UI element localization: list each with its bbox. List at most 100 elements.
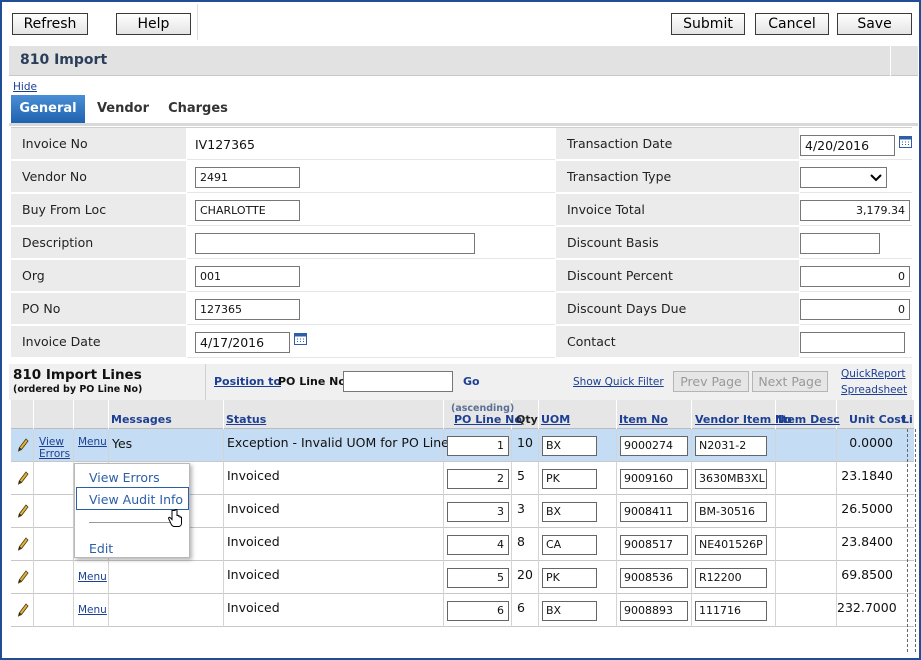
col-item-no[interactable]: Item No — [619, 413, 668, 426]
tab-underline — [9, 123, 918, 126]
row-menu-link[interactable]: Menu — [78, 436, 107, 448]
row-menu-link[interactable]: Menu — [78, 571, 107, 583]
save-button[interactable]: Save — [837, 13, 912, 35]
go-button[interactable]: Go — [463, 375, 480, 388]
next-page-button[interactable]: Next Page — [752, 371, 828, 392]
col-item-desc[interactable]: Item Desc — [778, 413, 840, 426]
unit-cost-cell: 0.0000 — [849, 435, 893, 450]
spreadsheet-link[interactable]: Spreadsheet — [841, 384, 907, 396]
discount-percent-input[interactable]: 0 — [800, 266, 910, 287]
help-button[interactable]: Help — [116, 13, 191, 35]
po-no-input[interactable]: 127365 — [195, 299, 300, 320]
tab-general[interactable]: General — [11, 95, 85, 123]
item-no-input[interactable]: 9008517 — [620, 535, 688, 555]
prev-page-button[interactable]: Prev Page — [673, 371, 749, 392]
col-messages[interactable]: Messages — [111, 413, 172, 426]
calendar-icon[interactable] — [899, 136, 913, 149]
org-input[interactable]: 001 — [195, 266, 300, 287]
vendor-item-input[interactable]: 3630MB3XL — [695, 469, 767, 489]
pencil-icon[interactable] — [17, 603, 29, 617]
unit-cost-cell: 69.8500 — [841, 567, 893, 582]
col-qty[interactable]: Qty — [516, 413, 538, 426]
discount-percent-label: Discount Percent — [556, 260, 799, 292]
toolbar-divider — [197, 4, 198, 40]
vendor-item-input[interactable]: R12200 — [695, 568, 767, 588]
vendor-no-label: Vendor No — [11, 161, 186, 193]
status-cell: Invoiced — [227, 600, 280, 615]
discount-days-due-input[interactable]: 0 — [800, 299, 910, 320]
vendor-item-input[interactable]: NE401526P — [695, 535, 767, 555]
pencil-icon[interactable] — [17, 438, 29, 452]
page-header: 810 Import — [9, 46, 918, 76]
pencil-icon[interactable] — [17, 471, 29, 485]
transaction-type-label: Transaction Type — [556, 161, 799, 193]
cancel-button[interactable]: Cancel — [755, 13, 829, 35]
calendar-icon[interactable] — [294, 333, 308, 346]
vendor-no-input[interactable]: 2491 — [195, 167, 300, 188]
contact-input[interactable] — [800, 332, 905, 353]
uom-input[interactable]: BX — [542, 502, 597, 522]
quick-report-link[interactable]: QuickReport — [841, 368, 906, 380]
view-errors-link[interactable]: View — [39, 436, 64, 448]
col-po-line-no[interactable]: PO Line No — [454, 413, 522, 426]
status-cell: Invoiced — [227, 567, 280, 582]
po-line-input[interactable]: 2 — [447, 469, 509, 489]
show-quick-filter-link[interactable]: Show Quick Filter — [573, 376, 664, 388]
menu-view-audit-info[interactable]: View Audit Info — [89, 492, 183, 507]
hide-link[interactable]: Hide — [13, 81, 37, 93]
hand-cursor-icon — [168, 509, 182, 527]
form-row: Buy From Loc CHARLOTTE Invoice Total 3,1… — [11, 194, 912, 227]
tab-vendor[interactable]: Vendor — [87, 95, 159, 123]
po-line-input[interactable]: 6 — [447, 601, 509, 621]
col-unit-cost[interactable]: Unit Cost — [849, 413, 906, 426]
uom-input[interactable]: PK — [542, 469, 597, 489]
menu-view-errors[interactable]: View Errors — [89, 470, 160, 485]
row-menu-link[interactable]: Menu — [78, 604, 107, 616]
vendor-item-input[interactable]: 111716 — [695, 601, 767, 621]
grid-header: Messages Status (ascending) PO Line No Q… — [11, 400, 914, 429]
item-no-input[interactable]: 9009160 — [620, 469, 688, 489]
refresh-button[interactable]: Refresh — [12, 13, 88, 35]
po-line-input[interactable]: 4 — [447, 535, 509, 555]
position-input[interactable] — [343, 371, 453, 392]
uom-input[interactable]: BX — [542, 436, 597, 456]
col-status[interactable]: Status — [226, 413, 266, 426]
uom-input[interactable]: BX — [542, 601, 597, 621]
pencil-icon[interactable] — [17, 570, 29, 584]
table-row[interactable]: View Errors Menu Yes Exception - Invalid UOM… — [11, 429, 914, 462]
po-line-input[interactable]: 5 — [447, 568, 509, 588]
item-no-input[interactable]: 9008893 — [620, 601, 688, 621]
item-no-input[interactable]: 9000274 — [620, 436, 688, 456]
table-row[interactable]: Menu Invoiced 5 20 PK 9008536 R12200 69.8500 — [11, 561, 914, 594]
col-li[interactable]: Li — [902, 413, 913, 426]
pencil-icon[interactable] — [17, 537, 29, 551]
invoice-date-label: Invoice Date — [11, 326, 186, 358]
col-uom[interactable]: UOM — [541, 413, 570, 426]
position-to-link[interactable]: Position to — [214, 375, 281, 388]
vendor-item-input[interactable]: BM-30516 — [695, 502, 767, 522]
header-divider — [890, 46, 891, 76]
pencil-icon[interactable] — [17, 504, 29, 518]
scrollbar[interactable] — [907, 429, 916, 652]
item-no-input[interactable]: 9008536 — [620, 568, 688, 588]
description-input[interactable] — [195, 233, 475, 254]
uom-input[interactable]: PK — [542, 568, 597, 588]
table-row[interactable]: Menu Invoiced 6 6 BX 9008893 111716 232.7000 — [11, 594, 914, 627]
transaction-date-input[interactable]: 4/20/2016 — [800, 135, 895, 156]
submit-button[interactable]: Submit — [671, 13, 745, 35]
discount-basis-input[interactable] — [800, 233, 880, 254]
qty-cell: 20 — [517, 567, 533, 582]
menu-edit[interactable]: Edit — [89, 541, 113, 556]
buy-from-loc-input[interactable]: CHARLOTTE — [195, 200, 300, 221]
lines-subtitle: (ordered by PO Line No) — [13, 384, 143, 395]
invoice-total-input[interactable]: 3,179.34 — [800, 200, 910, 221]
uom-input[interactable]: CA — [542, 535, 597, 555]
po-line-input[interactable]: 1 — [447, 436, 509, 456]
po-line-input[interactable]: 3 — [447, 502, 509, 522]
status-cell: Invoiced — [227, 501, 280, 516]
item-no-input[interactable]: 9008411 — [620, 502, 688, 522]
view-errors-link[interactable]: Errors — [39, 448, 70, 460]
vendor-item-input[interactable]: N2031-2 — [695, 436, 767, 456]
tab-charges[interactable]: Charges — [162, 95, 234, 123]
invoice-date-input[interactable]: 4/17/2016 — [195, 332, 290, 353]
